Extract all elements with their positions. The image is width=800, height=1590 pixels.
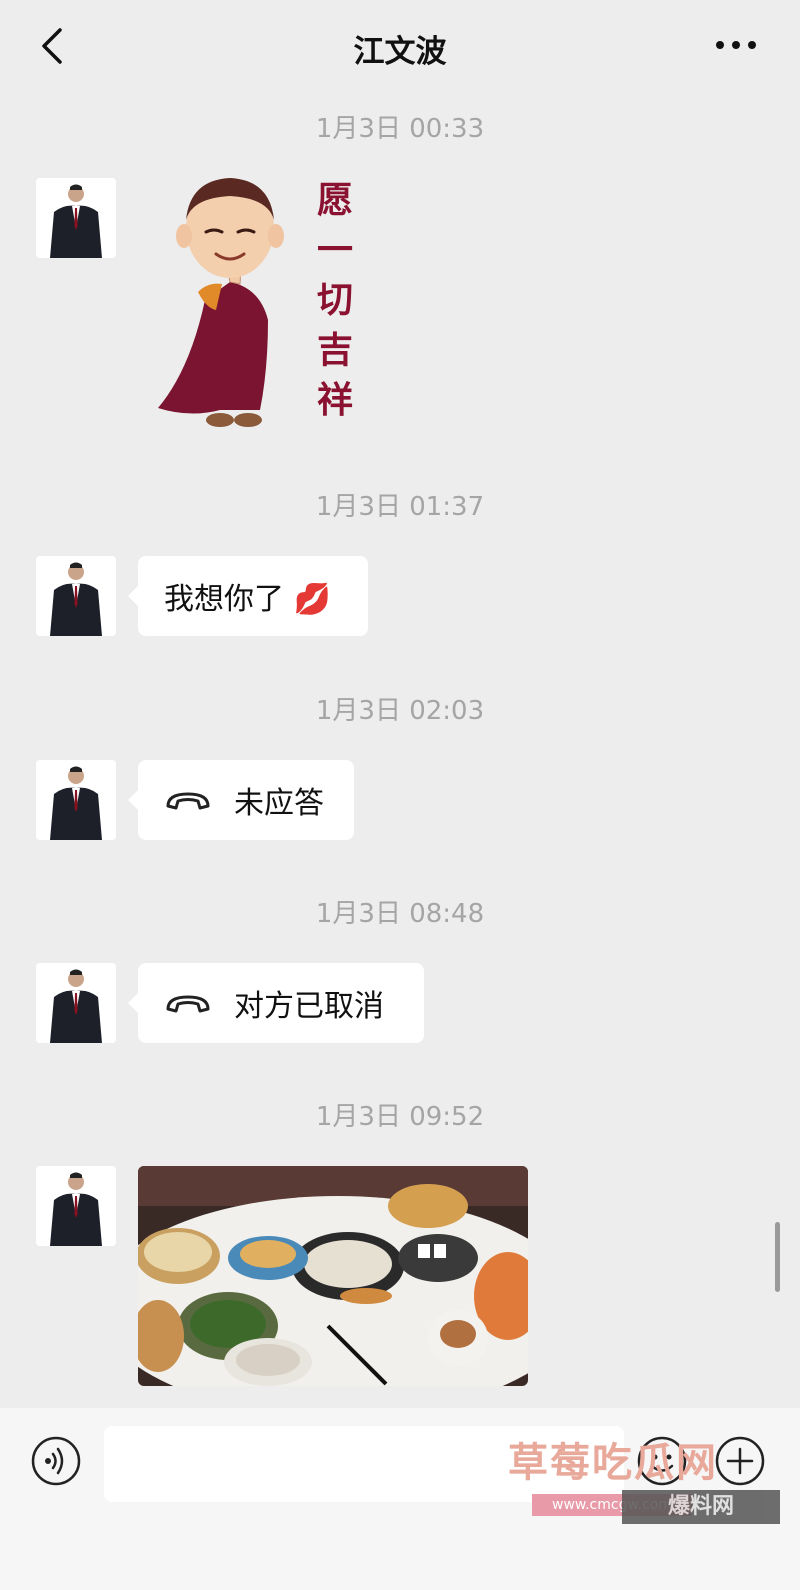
message-bubble[interactable]: 我想你了 💋 (128, 556, 368, 636)
avatar-man-suit-icon (36, 556, 116, 636)
avatar[interactable] (36, 178, 116, 258)
svg-text:一: 一 (317, 230, 353, 271)
timestamp: 1月3日 08:48 (315, 899, 485, 929)
timestamp: 1月3日 00:33 (315, 114, 485, 144)
voice-icon[interactable] (30, 1435, 82, 1487)
avatar-man-suit-icon (36, 1166, 116, 1246)
message-text: 我想你了 💋 (164, 582, 331, 617)
call-status-text: 对方已取消 (234, 989, 384, 1024)
call-status-text: 未应答 (234, 786, 324, 821)
avatar[interactable] (36, 963, 116, 1043)
avatar[interactable] (36, 1166, 116, 1246)
timestamp: 1月3日 09:52 (315, 1102, 485, 1132)
dim-sum-table-image (138, 1166, 528, 1386)
scrollbar[interactable] (775, 1222, 780, 1292)
call-bubble[interactable]: 未应答 (128, 760, 354, 840)
avatar[interactable] (36, 556, 116, 636)
avatar[interactable] (36, 760, 116, 840)
avatar-man-suit-icon (36, 760, 116, 840)
svg-text:祥: 祥 (317, 380, 353, 421)
chat-title: 江文波 (353, 34, 447, 70)
food-photo[interactable] (138, 1166, 528, 1386)
monk-sticker[interactable]: 愿 一 切 吉 祥 (150, 170, 380, 440)
phone-hangup-icon (166, 792, 210, 810)
svg-text:愿: 愿 (317, 180, 353, 221)
call-bubble[interactable]: 对方已取消 (128, 963, 424, 1043)
avatar-man-suit-icon (36, 963, 116, 1043)
svg-text:吉: 吉 (317, 330, 353, 371)
phone-hangup-icon (166, 995, 210, 1013)
top-bar: 江文波 (0, 0, 800, 92)
svg-text:切: 切 (317, 280, 353, 321)
watermark-badge: 爆料网 (622, 1490, 780, 1524)
watermark-text: 草莓吃瓜网 (508, 1440, 718, 1486)
timestamp: 1月3日 02:03 (315, 696, 485, 726)
more-dots-icon[interactable] (712, 30, 760, 60)
avatar-man-suit-icon (36, 178, 116, 258)
timestamp: 1月3日 01:37 (315, 492, 485, 522)
plus-icon[interactable] (714, 1435, 766, 1487)
